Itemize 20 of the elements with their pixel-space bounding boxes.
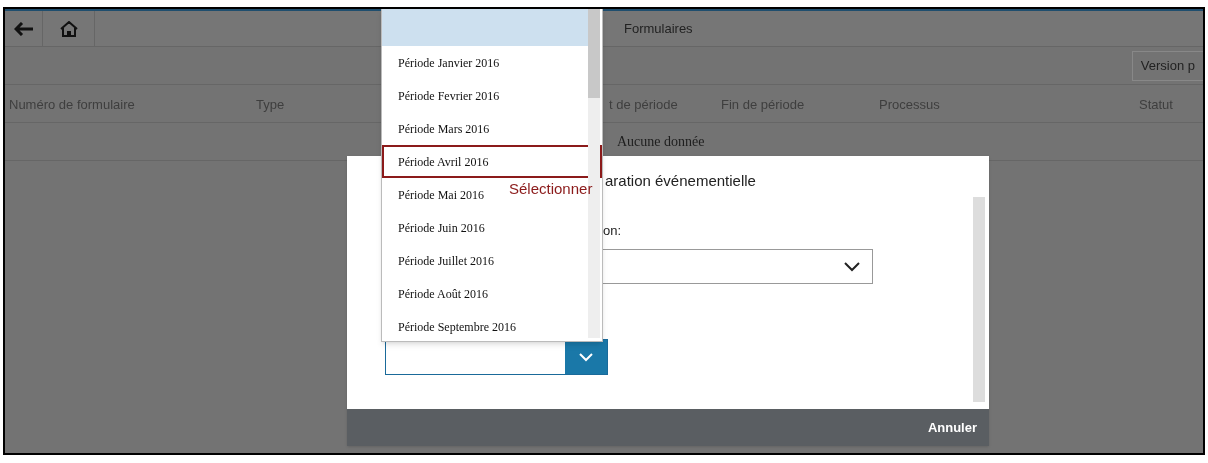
- dropdown-option[interactable]: Période Fevrier 2016: [382, 79, 504, 112]
- chevron-down-icon: [579, 352, 593, 362]
- dropdown-toggle-button[interactable]: [565, 340, 607, 374]
- dropdown-option[interactable]: Période Septembre 2016: [382, 310, 520, 343]
- dropdown-option[interactable]: Période Juin 2016: [382, 211, 489, 244]
- dropdown-option[interactable]: Période Avril 2016: [382, 145, 602, 178]
- field-label: on:: [603, 222, 622, 240]
- dropdown-option[interactable]: Période Août 2016: [382, 277, 492, 310]
- empty-table-message: Aucune donnée: [617, 133, 705, 151]
- back-arrow-icon: [13, 21, 34, 36]
- dropdown-option[interactable]: Période Juillet 2016: [382, 244, 498, 277]
- dropdown-option[interactable]: Période Mai 2016: [382, 178, 488, 211]
- chevron-down-icon: [844, 261, 860, 272]
- dropdown-option[interactable]: Période Mars 2016: [382, 112, 494, 145]
- dialog-title: aration événementielle: [605, 171, 756, 191]
- dropdown-option[interactable]: Période Janvier 2016: [382, 46, 504, 79]
- annotation-label: Sélectionner: [509, 179, 593, 199]
- cancel-button[interactable]: Annuler: [927, 417, 977, 438]
- home-icon: [59, 20, 78, 37]
- page-title: Formulaires: [624, 19, 693, 38]
